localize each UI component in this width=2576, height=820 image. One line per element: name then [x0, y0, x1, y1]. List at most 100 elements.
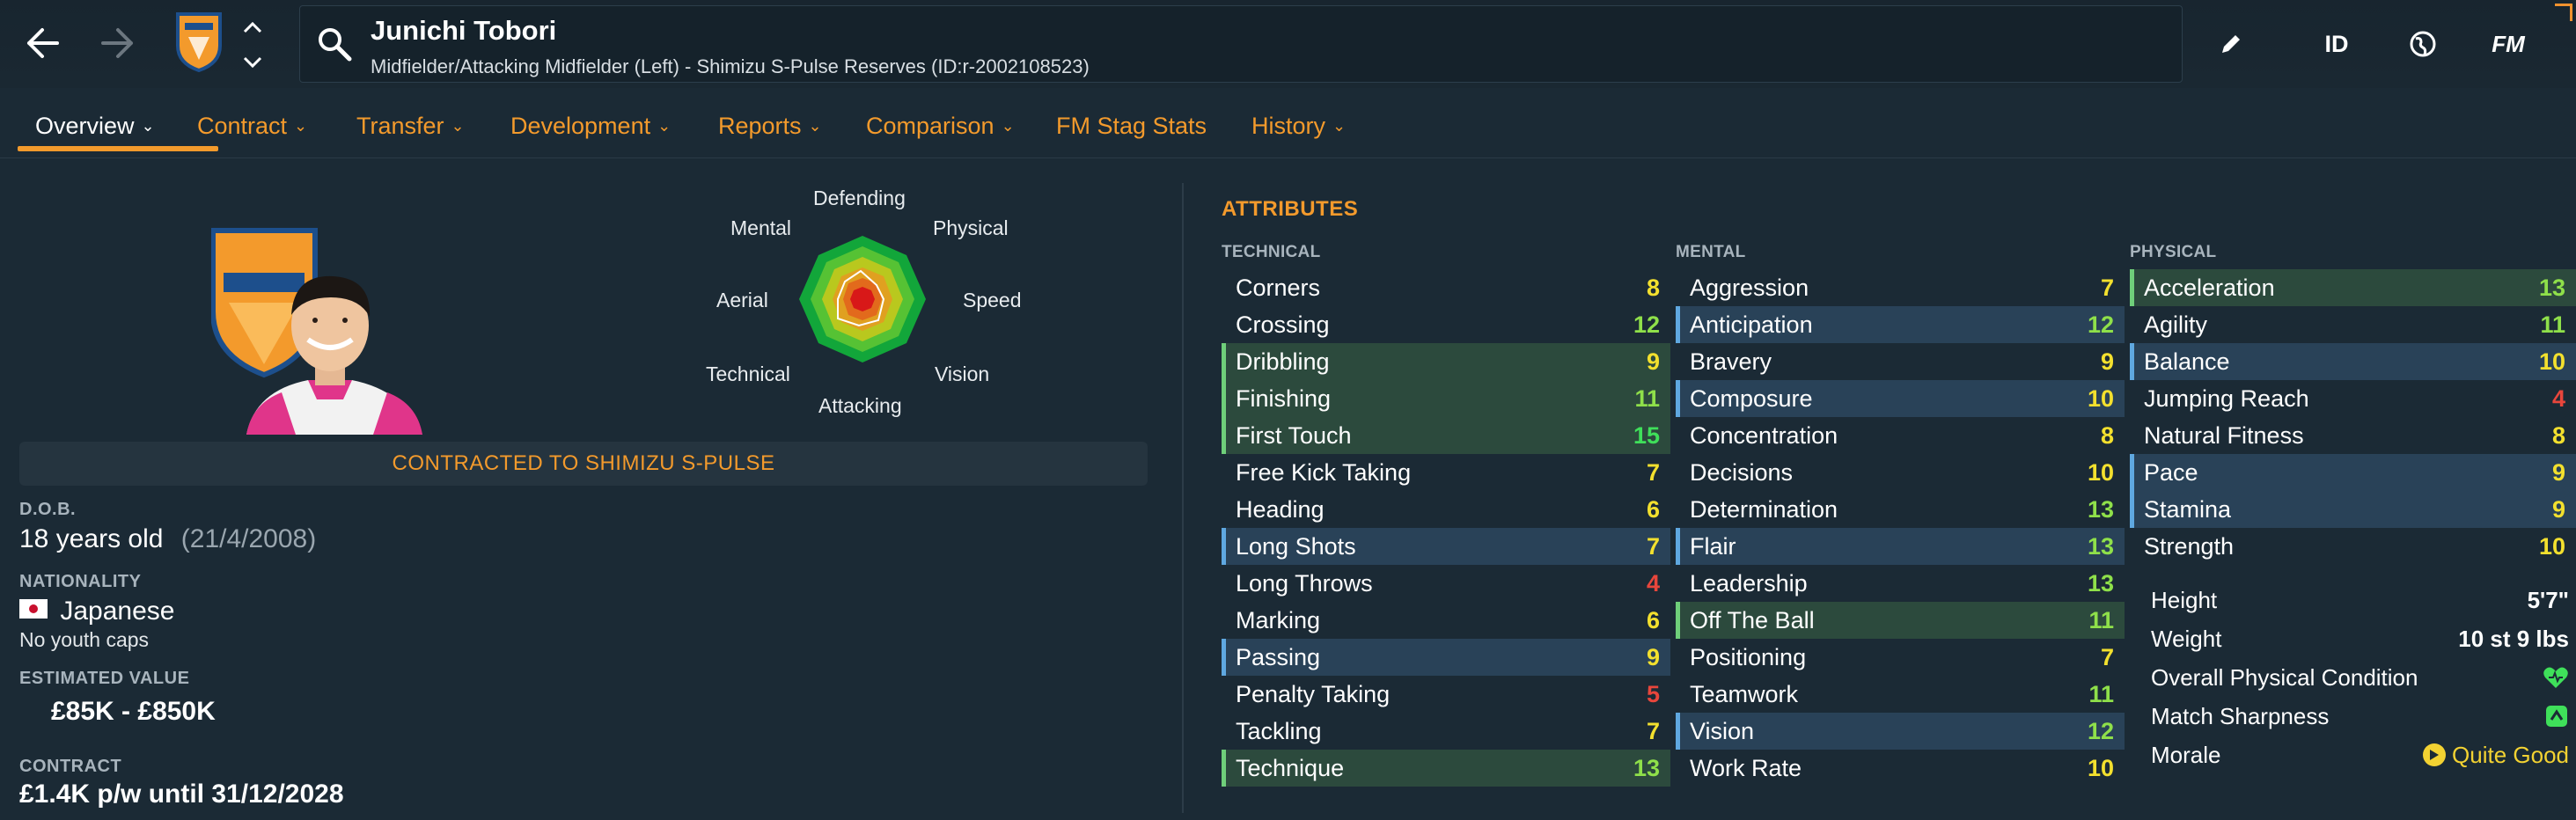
attribute-row-determination[interactable]: Determination 13: [1676, 491, 2125, 528]
attribute-name: Aggression: [1690, 274, 1809, 301]
attribute-value: 13: [1633, 754, 1660, 781]
attribute-row-balance[interactable]: Balance 10: [2130, 343, 2576, 380]
attribute-row-aggression[interactable]: Aggression 7: [1676, 269, 2125, 306]
contract-value: £1.4K p/w until 31/12/2028: [19, 780, 344, 809]
estimated-value: £85K - £850K: [51, 697, 216, 726]
attribute-row-long-shots[interactable]: Long Shots 7: [1222, 528, 1670, 565]
panel-divider: [1182, 183, 1184, 813]
attribute-value: 11: [2540, 311, 2565, 338]
chevron-down-icon[interactable]: [243, 56, 262, 69]
chevron-up-icon[interactable]: [243, 21, 262, 33]
attribute-value: 7: [1646, 532, 1660, 560]
corner-indicator: [2555, 4, 2572, 21]
radar-label-technical: Technical: [706, 362, 790, 385]
attribute-row-long-throws[interactable]: Long Throws 4: [1222, 565, 1670, 602]
attribute-name: First Touch: [1236, 421, 1352, 449]
morale-value[interactable]: Quite Good: [2422, 742, 2569, 769]
forward-button[interactable]: [92, 16, 144, 70]
attribute-row-crossing[interactable]: Crossing 12: [1222, 306, 1670, 343]
morale-text: Quite Good: [2452, 741, 2569, 768]
attribute-value: 6: [1646, 606, 1660, 633]
attribute-row-finishing[interactable]: Finishing 11: [1222, 380, 1670, 417]
tab-development[interactable]: Development ⌄: [510, 113, 671, 140]
heart-icon[interactable]: [2543, 665, 2569, 690]
attribute-name: Penalty Taking: [1236, 680, 1391, 707]
tab-overview[interactable]: Overview ⌄: [35, 113, 155, 140]
attribute-name: Off The Ball: [1690, 606, 1815, 633]
tab-history[interactable]: History ⌄: [1251, 113, 1346, 140]
tab-comparison[interactable]: Comparison ⌄: [866, 113, 1015, 140]
attribute-row-agility[interactable]: Agility 11: [2130, 306, 2576, 343]
attribute-row-stamina[interactable]: Stamina 9: [2130, 491, 2576, 528]
contract-label: CONTRACT: [19, 757, 122, 776]
overview-panel: Defending Physical Speed Vision Attackin…: [0, 167, 1179, 820]
player-search-box[interactable]: Junichi Tobori Midfielder/Attacking Midf…: [299, 5, 2183, 83]
attribute-row-first-touch[interactable]: First Touch 15: [1222, 417, 1670, 454]
attribute-value: 8: [1646, 274, 1660, 301]
attribute-row-natural-fitness[interactable]: Natural Fitness 8: [2130, 417, 2576, 454]
attribute-row-composure[interactable]: Composure 10: [1676, 380, 2125, 417]
nationality-value[interactable]: Japanese: [19, 597, 174, 626]
attribute-row-teamwork[interactable]: Teamwork 11: [1676, 676, 2125, 713]
attribute-row-work-rate[interactable]: Work Rate 10: [1676, 750, 2125, 787]
attribute-value: 7: [2100, 274, 2114, 301]
attributes-title: ATTRIBUTES: [1222, 197, 1359, 221]
tab-contract[interactable]: Contract ⌄: [197, 113, 307, 140]
attribute-radar-chart: Defending Physical Speed Vision Attackin…: [695, 187, 1022, 442]
attribute-value: 13: [2087, 569, 2114, 597]
fm-menu-button[interactable]: FM: [2482, 19, 2535, 69]
attribute-row-off-the-ball[interactable]: Off The Ball 11: [1676, 602, 2125, 639]
attribute-row-corners[interactable]: Corners 8: [1222, 269, 1670, 306]
attribute-row-strength[interactable]: Strength 10: [2130, 528, 2576, 565]
physical-column: PHYSICAL Acceleration 13 Agility 11 Balance 1…: [2130, 243, 2576, 565]
weight-label: Weight: [2151, 625, 2222, 652]
player-photo: [210, 223, 431, 435]
club-crest-icon[interactable]: [174, 11, 224, 73]
attribute-name: Marking: [1236, 606, 1321, 633]
attribute-row-leadership[interactable]: Leadership 13: [1676, 565, 2125, 602]
attribute-name: Leadership: [1690, 569, 1808, 597]
globe-button[interactable]: [2401, 19, 2445, 69]
attribute-row-positioning[interactable]: Positioning 7: [1676, 639, 2125, 676]
attribute-row-concentration[interactable]: Concentration 8: [1676, 417, 2125, 454]
attribute-name: Decisions: [1690, 458, 1794, 486]
attribute-row-acceleration[interactable]: Acceleration 13: [2130, 269, 2576, 306]
attribute-row-bravery[interactable]: Bravery 9: [1676, 343, 2125, 380]
radar-label-physical: Physical: [933, 216, 1009, 239]
edit-button[interactable]: [2213, 19, 2249, 69]
attribute-name: Finishing: [1236, 384, 1332, 412]
attribute-row-flair[interactable]: Flair 13: [1676, 528, 2125, 565]
sharpness-icon[interactable]: [2544, 704, 2569, 728]
tab-transfer[interactable]: Transfer ⌄: [356, 113, 465, 140]
attribute-name: Jumping Reach: [2144, 384, 2309, 412]
match-sharpness-row: Match Sharpness: [2144, 697, 2576, 736]
id-button[interactable]: ID: [2315, 19, 2359, 69]
attribute-row-jumping-reach[interactable]: Jumping Reach 4: [2130, 380, 2576, 417]
attribute-row-heading[interactable]: Heading 6: [1222, 491, 1670, 528]
attribute-row-technique[interactable]: Technique 13: [1222, 750, 1670, 787]
attribute-row-penalty-taking[interactable]: Penalty Taking 5: [1222, 676, 1670, 713]
attribute-row-marking[interactable]: Marking 6: [1222, 602, 1670, 639]
attribute-row-tackling[interactable]: Tackling 7: [1222, 713, 1670, 750]
attribute-name: Positioning: [1690, 643, 1807, 670]
attribute-row-pace[interactable]: Pace 9: [2130, 454, 2576, 491]
attribute-row-decisions[interactable]: Decisions 10: [1676, 454, 2125, 491]
attribute-row-anticipation[interactable]: Anticipation 12: [1676, 306, 2125, 343]
attribute-row-free-kick-taking[interactable]: Free Kick Taking 7: [1222, 454, 1670, 491]
tab-reports[interactable]: Reports ⌄: [718, 113, 822, 140]
attribute-value: 4: [1646, 569, 1660, 597]
estimated-value-label: ESTIMATED VALUE: [19, 669, 190, 688]
physical-heading: PHYSICAL: [2130, 243, 2217, 261]
player-switcher[interactable]: [239, 21, 266, 69]
dob-label: D.O.B.: [19, 500, 77, 519]
attribute-value: 6: [1646, 495, 1660, 523]
back-button[interactable]: [16, 16, 69, 70]
tab-fm-stag-stats[interactable]: FM Stag Stats: [1056, 113, 1207, 140]
attribute-row-passing[interactable]: Passing 9: [1222, 639, 1670, 676]
nationality-name: Japanese: [60, 597, 175, 626]
nationality-label: NATIONALITY: [19, 572, 142, 591]
tab-contract-label: Contract: [197, 113, 288, 139]
attribute-row-dribbling[interactable]: Dribbling 9: [1222, 343, 1670, 380]
attribute-name: Dribbling: [1236, 348, 1330, 375]
attribute-row-vision[interactable]: Vision 12: [1676, 713, 2125, 750]
